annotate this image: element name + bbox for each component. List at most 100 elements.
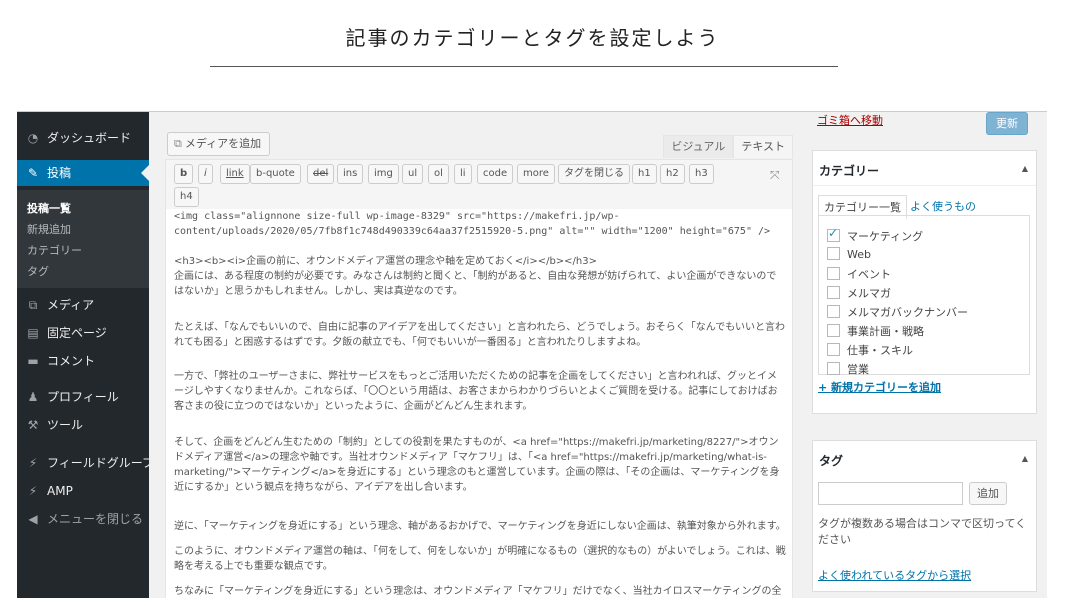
tab-text[interactable]: テキスト: [733, 135, 793, 158]
heading-underline: [210, 66, 838, 67]
qt-code-button[interactable]: code: [477, 164, 514, 184]
checkbox[interactable]: [827, 267, 840, 280]
menu-dashboard[interactable]: ◔ ダッシュボード: [17, 125, 149, 151]
menu-label: ダッシュボード: [47, 131, 132, 145]
submenu-categories[interactable]: カテゴリー: [27, 242, 82, 258]
toggle-arrow-icon[interactable]: ▲: [1022, 454, 1028, 463]
content-paragraph: 企画には、ある程度の制約が必要です。みなさんは制約と聞くと、「制約があると、自由…: [174, 271, 777, 297]
menu-label: 固定ページ: [47, 326, 107, 340]
category-item[interactable]: 営業: [827, 361, 869, 377]
category-label: 仕事・スキル: [847, 344, 913, 357]
qt-img-button[interactable]: img: [368, 164, 399, 184]
category-checklist: ✓ マーケティング Web イベント メルマガ メルマガバックナンバー 事業計画・…: [818, 215, 1030, 377]
menu-amp[interactable]: ⚡ AMP: [17, 478, 149, 504]
update-button[interactable]: 更新: [986, 112, 1028, 135]
user-icon: ♟: [27, 390, 39, 404]
checkbox[interactable]: [827, 247, 840, 260]
page-icon: ▤: [27, 326, 39, 340]
qt-bold-button[interactable]: b: [174, 164, 194, 184]
add-media-label: メディアを追加: [184, 137, 262, 150]
qt-h1-button[interactable]: h1: [632, 164, 657, 184]
add-media-button[interactable]: ⧉ メディアを追加: [167, 132, 271, 156]
wp-editor-screenshot: ◔ ダッシュボード ✎ 投稿 投稿一覧 新規追加 カテゴリー タグ ⧉ メディア…: [17, 111, 1047, 598]
qt-h3-button[interactable]: h3: [689, 164, 714, 184]
qt-ol-button[interactable]: ol: [428, 164, 449, 184]
category-item[interactable]: 事業計画・戦略: [827, 323, 924, 339]
menu-label: メディア: [47, 298, 95, 312]
qt-bquote-button[interactable]: b-quote: [250, 164, 301, 184]
checkbox[interactable]: ✓: [827, 226, 840, 242]
qt-h4-button[interactable]: h4: [174, 187, 199, 207]
category-label: メルマガ: [847, 287, 891, 300]
fullscreen-icon[interactable]: ⤧: [770, 168, 780, 183]
category-item[interactable]: メルマガバックナンバー: [827, 304, 968, 320]
add-tag-button[interactable]: 追加: [969, 482, 1007, 505]
menu-label: コメント: [47, 354, 96, 368]
tags-title: タグ: [819, 454, 844, 468]
divider: [813, 185, 1036, 186]
category-item[interactable]: Web: [827, 247, 871, 261]
quicktags-toolbar: b i link b-quote del ins img ul ol li co…: [165, 159, 793, 211]
tag-input[interactable]: [818, 482, 963, 505]
menu-label: プロフィール: [47, 390, 119, 404]
menu-comments[interactable]: ▬ コメント: [17, 348, 149, 374]
content-paragraph: そして、企画をどんどん生むための「制約」としての役割を果たすものが、<a hre…: [174, 437, 780, 493]
submenu-add-new[interactable]: 新規追加: [27, 221, 71, 237]
content-textarea[interactable]: <img class="alignnone size-full wp-image…: [165, 209, 793, 598]
qt-close-tags-button[interactable]: タグを閉じる: [558, 164, 630, 184]
menu-label: AMP: [47, 484, 73, 498]
category-item[interactable]: メルマガ: [827, 285, 891, 301]
content-paragraph: このように、オウンドメディア運営の軸は、「何をして、何をしないか」が明確になるも…: [174, 546, 786, 572]
category-item[interactable]: イベント: [827, 266, 891, 282]
qt-del-button[interactable]: del: [307, 164, 335, 184]
checkbox[interactable]: [827, 305, 840, 318]
media-icon: ⧉: [174, 137, 182, 150]
toggle-arrow-icon[interactable]: ▲: [1022, 164, 1028, 173]
checkbox[interactable]: [827, 362, 840, 375]
content-paragraph: 逆に、「マーケティングを身近にする」という理念、軸があるおかげで、マーケティング…: [174, 521, 786, 532]
menu-label: ツール: [47, 418, 84, 432]
popular-tags-link[interactable]: よく使われているタグから選択: [818, 567, 971, 583]
menu-tools[interactable]: ⚒ ツール: [17, 412, 149, 438]
content-paragraph: 一方で、「弊社のユーザーさまに、弊社サービスをもっとご活用いただくための記事を企…: [174, 371, 778, 412]
dashboard-icon: ◔: [27, 131, 39, 145]
checkbox[interactable]: [827, 286, 840, 299]
qt-italic-button[interactable]: i: [198, 164, 213, 184]
tab-most-used[interactable]: よく使うもの: [905, 195, 981, 217]
category-label: マーケティング: [847, 230, 924, 243]
checkbox[interactable]: [827, 343, 840, 356]
menu-profile[interactable]: ♟ プロフィール: [17, 384, 149, 410]
collapse-icon: ◀: [28, 512, 38, 526]
categories-box: カテゴリー ▲ カテゴリー一覧 よく使うもの ✓ マーケティング Web イベント…: [812, 150, 1037, 414]
qt-more-button[interactable]: more: [517, 164, 555, 184]
menu-label: フィールドグループ: [47, 456, 155, 470]
menu-media[interactable]: ⧉ メディア: [17, 292, 149, 318]
menu-collapse[interactable]: ◀ メニューを閉じる: [17, 506, 149, 532]
categories-title: カテゴリー: [819, 164, 880, 178]
tab-visual[interactable]: ビジュアル: [663, 135, 734, 158]
menu-posts[interactable]: ✎ 投稿: [17, 160, 149, 186]
menu-pages[interactable]: ▤ 固定ページ: [17, 320, 149, 346]
content-h3-line: <h3><b><i>企画の前に、オウンドメディア運営の理念や軸を定めておく</i…: [174, 256, 598, 267]
submenu-tags[interactable]: タグ: [27, 263, 49, 279]
qt-ins-button[interactable]: ins: [337, 164, 364, 184]
qt-li-button[interactable]: li: [454, 164, 472, 184]
menu-field-groups[interactable]: ⚡ フィールドグループ: [17, 450, 154, 476]
category-item[interactable]: 仕事・スキル: [827, 342, 913, 358]
qt-ul-button[interactable]: ul: [402, 164, 424, 184]
active-arrow: [141, 165, 149, 181]
checkbox[interactable]: [827, 324, 840, 337]
qt-link-button[interactable]: link: [220, 164, 250, 184]
add-new-category-link[interactable]: + 新規カテゴリーを追加: [818, 379, 941, 395]
category-label: 営業: [847, 363, 869, 376]
content-img-line: <img class="alignnone size-full wp-image…: [174, 211, 771, 237]
move-to-trash-link[interactable]: ゴミ箱へ移動: [817, 112, 883, 128]
media-icon: ⧉: [28, 298, 38, 312]
category-item[interactable]: ✓ マーケティング: [827, 226, 924, 244]
posts-submenu: 投稿一覧 新規追加 カテゴリー タグ: [17, 190, 149, 288]
qt-h2-button[interactable]: h2: [660, 164, 685, 184]
field-group-icon: ⚡: [28, 456, 38, 470]
wrench-icon: ⚒: [27, 418, 39, 432]
submenu-all-posts[interactable]: 投稿一覧: [27, 200, 71, 216]
content-paragraph: たとえば、「なんでもいいので、自由に記事のアイデアを出してください」と言われたら…: [174, 322, 785, 348]
